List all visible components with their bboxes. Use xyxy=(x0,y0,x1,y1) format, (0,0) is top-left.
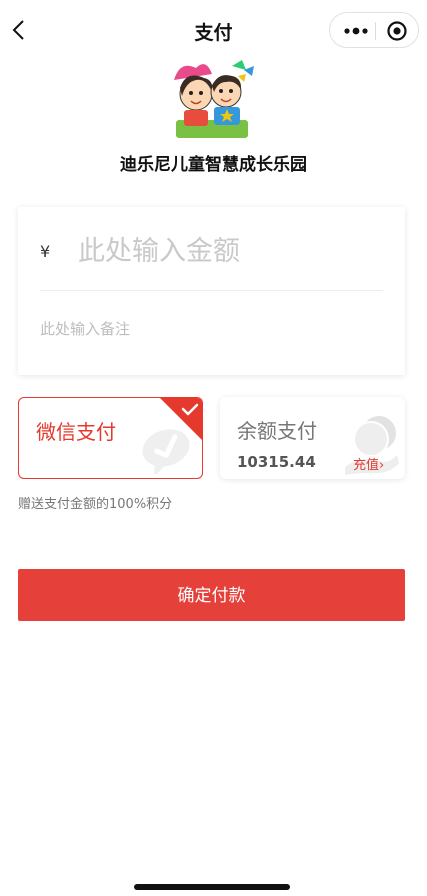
balance-amount: 10315.44 xyxy=(237,453,316,471)
checkmark-icon xyxy=(160,398,202,440)
miniprogram-capsule xyxy=(329,12,419,48)
more-dots-icon[interactable] xyxy=(340,21,372,41)
confirm-payment-button[interactable]: 确定付款 xyxy=(18,569,405,621)
recharge-link[interactable]: 充值› xyxy=(353,454,384,473)
capsule-divider xyxy=(375,22,376,40)
wechat-pay-option[interactable]: 微信支付 xyxy=(18,397,203,479)
kids-cartoon-logo xyxy=(174,60,254,138)
recharge-label: 充值 xyxy=(353,458,380,473)
note-input[interactable] xyxy=(40,315,370,343)
wechat-pay-label: 微信支付 xyxy=(36,420,116,444)
balance-pay-label: 余额支付 xyxy=(237,419,317,443)
card-divider xyxy=(40,290,383,291)
amount-input[interactable] xyxy=(78,231,378,271)
store-name: 迪乐尼儿童智慧成长乐园 xyxy=(120,155,307,175)
points-note: 赠送支付金额的100%积分 xyxy=(18,497,173,512)
currency-symbol: ¥ xyxy=(40,242,51,261)
home-indicator xyxy=(134,884,290,890)
balance-pay-option[interactable]: 余额支付 10315.44 充值› xyxy=(220,397,405,479)
amount-card: ¥ xyxy=(18,207,405,375)
navbar: 支付 xyxy=(0,0,427,60)
target-circle-icon[interactable] xyxy=(385,20,409,42)
chevron-right-icon: › xyxy=(379,458,385,473)
